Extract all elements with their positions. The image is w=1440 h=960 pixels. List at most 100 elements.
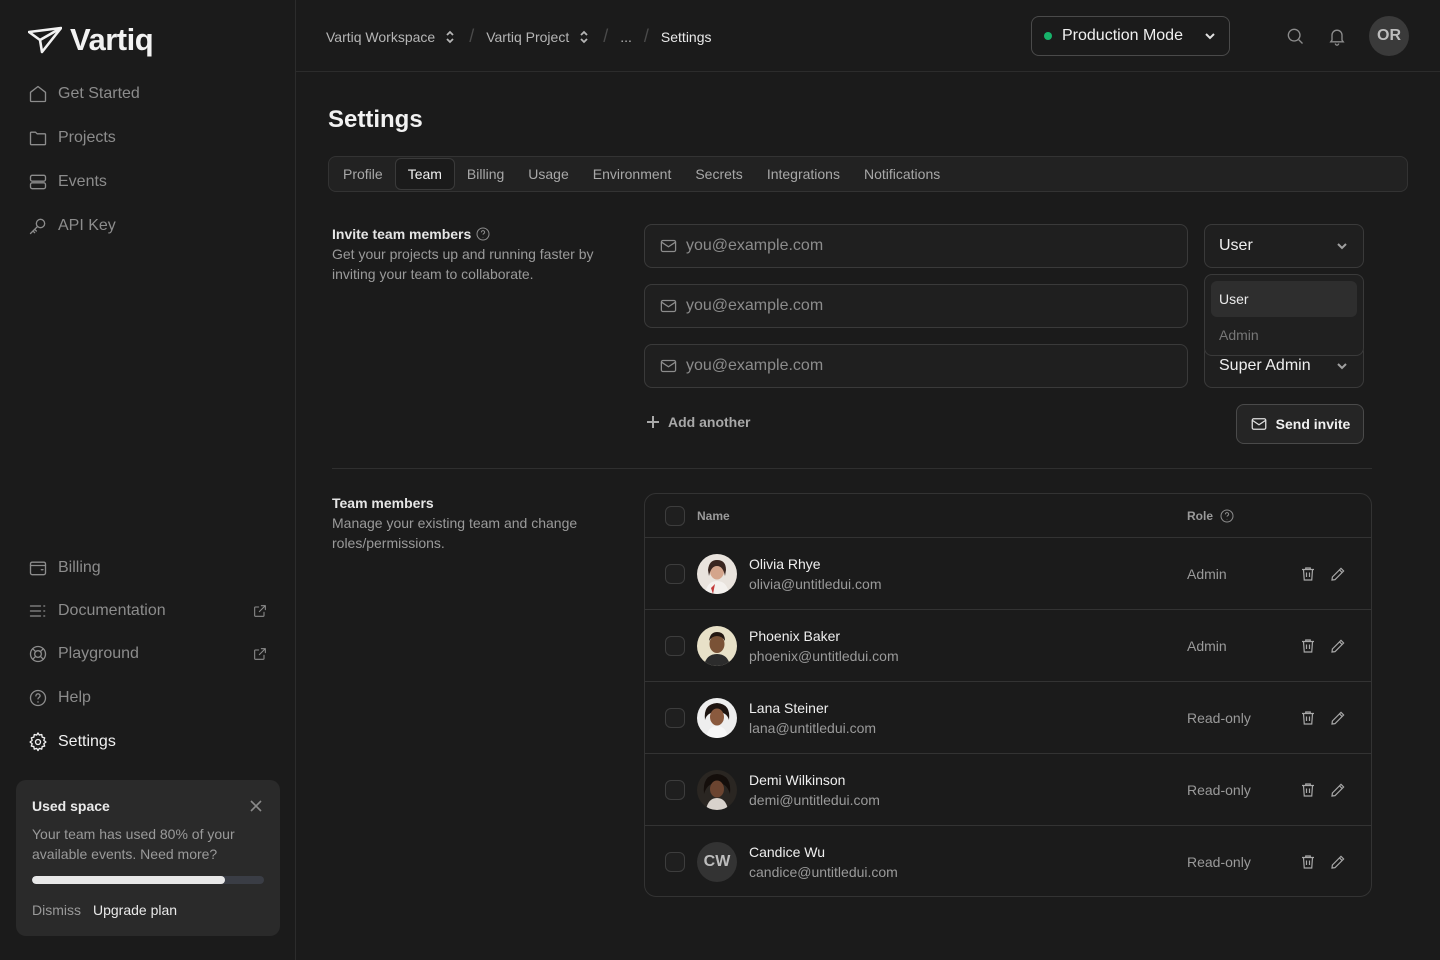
sidebar-item-label: Events (58, 173, 107, 190)
sidebar-item-documentation[interactable]: Documentation (28, 601, 268, 621)
avatar (697, 553, 737, 594)
chevron-up-down-icon (580, 30, 588, 43)
member-email: demi@untitledui.com (749, 792, 880, 808)
pencil-icon[interactable] (1329, 637, 1347, 655)
tab-team[interactable]: Team (394, 158, 455, 190)
brand-logo[interactable]: Vartiq (28, 22, 154, 58)
settings-tabs: Profile Team Billing Usage Environment S… (328, 156, 1408, 192)
email-input[interactable] (685, 297, 1173, 315)
status-dot (1044, 32, 1052, 40)
table-row[interactable]: CW Candice Wu candice@untitledui.com Rea… (645, 826, 1371, 896)
breadcrumb-workspace[interactable]: Vartiq Workspace (326, 29, 457, 45)
table-row[interactable]: Phoenix Baker phoenix@untitledui.com Adm… (645, 610, 1371, 682)
member-name: Demi Wilkinson (749, 772, 846, 788)
select-all-checkbox[interactable] (665, 505, 685, 526)
breadcrumb-ellipsis[interactable]: ... (620, 29, 632, 45)
trash-icon[interactable] (1299, 853, 1317, 871)
sidebar-item-help[interactable]: Help (28, 688, 268, 708)
trash-icon[interactable] (1299, 781, 1317, 799)
pencil-icon[interactable] (1329, 565, 1347, 583)
member-role: Read-only (1187, 854, 1251, 870)
sidebar-item-label: Help (58, 689, 91, 706)
row-checkbox[interactable] (665, 779, 685, 800)
role-select[interactable]: User (1204, 224, 1364, 268)
add-another-button[interactable]: Add another (646, 414, 750, 430)
tab-environment[interactable]: Environment (581, 158, 684, 190)
column-header-name: Name (697, 508, 730, 523)
sidebar-item-label: Projects (58, 129, 116, 146)
tab-integrations[interactable]: Integrations (755, 158, 852, 190)
section-divider (332, 468, 1372, 469)
pencil-icon[interactable] (1329, 781, 1347, 799)
member-name: Phoenix Baker (749, 628, 841, 644)
tab-billing[interactable]: Billing (455, 158, 516, 190)
table-row[interactable]: Lana Steiner lana@untitledui.com Read-on… (645, 682, 1371, 754)
breadcrumb-separator: / (603, 26, 609, 46)
tab-notifications[interactable]: Notifications (852, 158, 952, 190)
help-circle-icon[interactable] (1219, 508, 1235, 524)
chevron-down-icon (1205, 33, 1215, 40)
avatar: CW (697, 842, 737, 882)
sidebar-item-events[interactable]: Events (28, 172, 268, 192)
plus-icon (647, 416, 659, 428)
avatar (697, 769, 737, 810)
sidebar-item-api-key[interactable]: API Key (28, 216, 268, 236)
chevron-down-icon (1337, 363, 1347, 370)
sidebar-item-projects[interactable]: Projects (28, 128, 268, 148)
row-checkbox[interactable] (665, 852, 685, 872)
email-field[interactable] (644, 344, 1188, 388)
role-option-admin[interactable]: Admin (1211, 317, 1357, 353)
breadcrumb-project[interactable]: Vartiq Project (486, 29, 591, 45)
close-icon[interactable] (248, 798, 264, 814)
email-input[interactable] (685, 237, 1173, 255)
sidebar-item-label: API Key (58, 217, 116, 234)
table-row[interactable]: Demi Wilkinson demi@untitledui.com Read-… (645, 754, 1371, 826)
upgrade-plan-button[interactable]: Upgrade plan (93, 902, 177, 918)
member-name: Lana Steiner (749, 700, 829, 716)
sidebar: Vartiq Get Started Projects Events API K… (0, 0, 296, 960)
home-icon (29, 85, 47, 103)
email-field[interactable] (644, 284, 1188, 328)
row-checkbox[interactable] (665, 707, 685, 728)
mail-icon (1251, 418, 1267, 430)
role-option-user[interactable]: User (1211, 281, 1357, 317)
tab-usage[interactable]: Usage (516, 158, 580, 190)
paper-plane-icon (28, 26, 62, 54)
sidebar-item-label: Documentation (58, 602, 166, 619)
team-members-table: Name Role Olivia Rhye olivia@untitledui.… (644, 493, 1372, 897)
trash-icon[interactable] (1299, 565, 1317, 583)
search-icon[interactable] (1285, 26, 1305, 46)
tab-profile[interactable]: Profile (331, 158, 395, 190)
trash-icon[interactable] (1299, 637, 1317, 655)
pencil-icon[interactable] (1329, 853, 1347, 871)
invite-section-label: Invite team members (332, 226, 491, 242)
pencil-icon[interactable] (1329, 709, 1347, 727)
members-section-label: Team members (332, 495, 434, 511)
avatar (697, 697, 737, 738)
sidebar-item-playground[interactable]: Playground (28, 644, 268, 664)
trash-icon[interactable] (1299, 709, 1317, 727)
member-role: Read-only (1187, 709, 1251, 726)
sidebar-item-settings[interactable]: Settings (28, 732, 268, 752)
sidebar-item-label: Billing (58, 559, 101, 576)
row-checkbox[interactable] (665, 563, 685, 584)
folder-icon (29, 131, 47, 146)
help-circle-icon[interactable] (475, 226, 491, 242)
row-checkbox[interactable] (665, 635, 685, 656)
sidebar-item-get-started[interactable]: Get Started (28, 84, 268, 104)
avatar (697, 625, 737, 666)
bell-icon[interactable] (1327, 26, 1347, 46)
gear-icon (29, 732, 47, 752)
chevron-down-icon (1337, 243, 1347, 250)
dismiss-button[interactable]: Dismiss (32, 902, 81, 918)
user-avatar[interactable]: OR (1369, 16, 1409, 56)
email-field[interactable] (644, 224, 1188, 268)
usage-progress-fill (32, 876, 225, 884)
email-input[interactable] (685, 357, 1173, 375)
environment-mode-select[interactable]: Production Mode (1031, 16, 1230, 56)
table-row[interactable]: Olivia Rhye olivia@untitledui.com Admin (645, 538, 1371, 610)
send-invite-button[interactable]: Send invite (1236, 404, 1364, 444)
tab-secrets[interactable]: Secrets (683, 158, 754, 190)
sidebar-item-billing[interactable]: Billing (28, 558, 268, 578)
help-circle-icon (29, 689, 47, 707)
